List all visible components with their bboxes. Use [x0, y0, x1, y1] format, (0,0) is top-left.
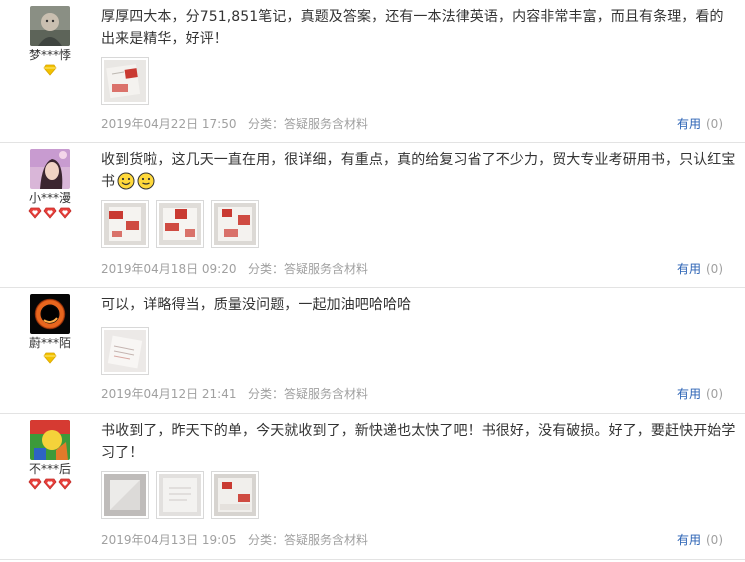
review-text-body: 可以，详略得当，质量没问题，一起加油吧哈哈哈	[101, 297, 412, 313]
gold-diamond-icon	[43, 64, 57, 76]
review-date: 2019年04月13日 19:05	[101, 533, 237, 547]
review-meta: 2019年04月12日 21:41 分类：答疑服务含材料 有用 (0)	[101, 386, 723, 402]
red-heart-diamond-icon	[58, 478, 72, 490]
useful-count: (0)	[706, 533, 723, 547]
review-meta: 2019年04月22日 17:50 分类：答疑服务含材料 有用 (0)	[101, 116, 723, 132]
review-text: 收到货啦，这几天一直在用，很详细，有重点，真的给复习省了不少力，贸大专业考研用书…	[101, 149, 737, 193]
useful-button[interactable]: 有用	[677, 117, 701, 131]
username: 小***漫	[28, 191, 71, 205]
review-item: 小***漫 收到货啦，这几天一直在用，很详细，有重点，真的给复习省了不少力，贸大…	[0, 143, 745, 288]
review-photo[interactable]	[101, 57, 149, 105]
review-category: 分类：答疑服务含材料	[248, 261, 368, 277]
red-heart-diamond-icon	[58, 207, 72, 219]
review-date: 2019年04月12日 21:41	[101, 387, 237, 401]
review-text: 可以，详略得当，质量没问题，一起加油吧哈哈哈	[101, 294, 737, 316]
review-list: 梦***悸 厚厚四大本，分751,851笔记，真题及答案，还有一本法律英语，内容…	[0, 0, 745, 562]
red-heart-diamond-icon	[28, 478, 42, 490]
username: 蔚***陌	[28, 336, 71, 350]
useful-button[interactable]: 有用	[677, 387, 701, 401]
review-photo[interactable]	[211, 200, 259, 248]
reviewer: 不***后	[20, 420, 80, 492]
useful-vote: 有用 (0)	[677, 386, 723, 402]
useful-count: (0)	[706, 117, 723, 131]
review-item: 梦***悸 厚厚四大本，分751,851笔记，真题及答案，还有一本法律英语，内容…	[0, 0, 745, 143]
category-label: 分类：	[248, 117, 285, 131]
useful-vote: 有用 (0)	[677, 116, 723, 132]
review-photo[interactable]	[101, 471, 149, 519]
member-rank	[20, 478, 80, 492]
useful-vote: 有用 (0)	[677, 261, 723, 277]
review-meta: 2019年04月13日 19:05 分类：答疑服务含材料 有用 (0)	[101, 532, 723, 548]
member-rank	[20, 207, 80, 221]
review-category: 分类：答疑服务含材料	[248, 116, 368, 132]
member-rank	[20, 352, 80, 366]
avatar[interactable]	[30, 294, 70, 334]
gold-diamond-icon	[43, 352, 57, 364]
photo-list	[101, 327, 156, 375]
username: 不***后	[28, 462, 71, 476]
category-label: 分类：	[248, 533, 285, 547]
reviewer: 梦***悸	[20, 6, 80, 78]
review-text: 书收到了，昨天下的单，今天就收到了，新快递也太快了吧！书很好，没有破损。好了，要…	[101, 420, 737, 464]
review-date: 2019年04月22日 17:50	[101, 117, 237, 131]
useful-count: (0)	[706, 387, 723, 401]
useful-vote: 有用 (0)	[677, 532, 723, 548]
review-meta: 2019年04月18日 09:20 分类：答疑服务含材料 有用 (0)	[101, 261, 723, 277]
red-heart-diamond-icon	[28, 207, 42, 219]
review-photo[interactable]	[156, 200, 204, 248]
red-heart-diamond-icon	[43, 478, 57, 490]
avatar[interactable]	[30, 420, 70, 460]
review-date: 2019年04月18日 09:20	[101, 262, 237, 276]
review-photo[interactable]	[101, 327, 149, 375]
review-text-body: 书收到了，昨天下的单，今天就收到了，新快递也太快了吧！书很好，没有破损。好了，要…	[101, 423, 736, 461]
category-value: 答疑服务含材料	[284, 262, 369, 276]
useful-button[interactable]: 有用	[677, 262, 701, 276]
review-photo[interactable]	[211, 471, 259, 519]
review-photo[interactable]	[101, 200, 149, 248]
useful-count: (0)	[706, 262, 723, 276]
photo-list	[101, 471, 266, 519]
review-text: 厚厚四大本，分751,851笔记，真题及答案，还有一本法律英语，内容非常丰富，而…	[101, 6, 737, 50]
red-heart-diamond-icon	[43, 207, 57, 219]
category-label: 分类：	[248, 387, 285, 401]
category-label: 分类：	[248, 262, 285, 276]
reviewer: 小***漫	[20, 149, 80, 221]
review-text-body: 厚厚四大本，分751,851笔记，真题及答案，还有一本法律英语，内容非常丰富，而…	[101, 9, 724, 47]
review-photo[interactable]	[156, 471, 204, 519]
member-rank	[20, 64, 80, 78]
smile-emoji-icon	[137, 172, 155, 190]
useful-button[interactable]: 有用	[677, 533, 701, 547]
grin-emoji-icon	[117, 172, 135, 190]
photo-list	[101, 57, 156, 105]
review-item: 不***后 书收到了，昨天下的单，今天就收到了，新快递也太快了吧！书很好，没有破…	[0, 414, 745, 560]
review-category: 分类：答疑服务含材料	[248, 532, 368, 548]
category-value: 答疑服务含材料	[284, 533, 369, 547]
category-value: 答疑服务含材料	[284, 387, 369, 401]
review-category: 分类：答疑服务含材料	[248, 386, 368, 402]
review-text-body: 收到货啦，这几天一直在用，很详细，有重点，真的给复习省了不少力，贸大专业考研用书…	[101, 152, 736, 190]
photo-list	[101, 200, 266, 248]
review-item: 蔚***陌 可以，详略得当，质量没问题，一起加油吧哈哈哈 2019年04月12日…	[0, 288, 745, 414]
reviewer: 蔚***陌	[20, 294, 80, 366]
avatar[interactable]	[30, 6, 70, 46]
avatar[interactable]	[30, 149, 70, 189]
category-value: 答疑服务含材料	[284, 117, 369, 131]
username: 梦***悸	[28, 48, 71, 62]
